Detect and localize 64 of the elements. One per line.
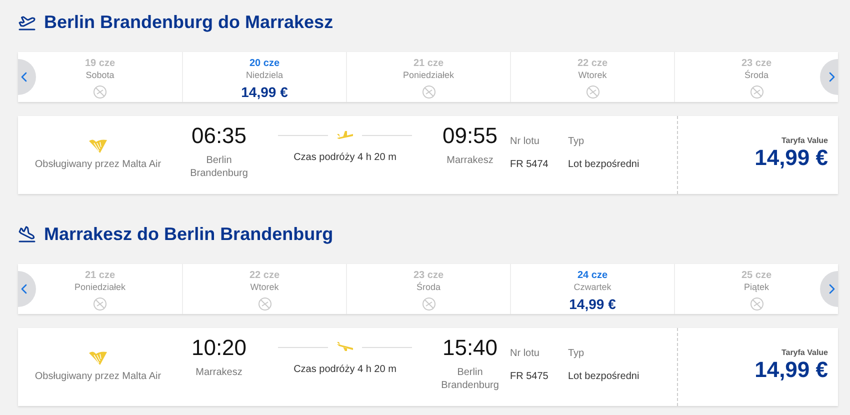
fare-label: Taryfa Value <box>781 348 828 357</box>
departure-time: 06:35 <box>191 122 247 150</box>
weekday-label: Poniedziałek <box>402 70 454 81</box>
weekday-label: Wtorek <box>250 282 279 293</box>
date-label[interactable]: 20 cze <box>249 58 280 70</box>
date-label[interactable]: 21 cze <box>413 58 444 70</box>
weekday-label: Sobota <box>86 70 114 81</box>
plane-icon <box>336 130 354 140</box>
harp-logo-icon <box>88 350 108 366</box>
flight-type: Lot bezpośredni <box>568 371 640 382</box>
no-flight-icon <box>750 297 764 311</box>
flight-number: FR 5475 <box>510 371 550 382</box>
flight-number-label: Nr lotu <box>510 348 540 359</box>
no-flight-icon <box>258 297 272 311</box>
arrival-time: 15:40 <box>442 334 498 362</box>
no-flight-icon <box>750 85 764 99</box>
no-flight-icon <box>586 85 600 99</box>
operator-label: Obsługiwany przez Malta Air <box>34 159 162 170</box>
duration-label: Czas podróży 4 h 20 m <box>294 152 396 163</box>
date-label[interactable]: 22 cze <box>577 58 608 70</box>
weekday-label: Środa <box>416 282 441 293</box>
date-label[interactable]: 23 cze <box>741 58 772 70</box>
departure-city: Marrakesz <box>196 366 242 379</box>
weekday-label: Wtorek <box>578 70 607 81</box>
plane-icon <box>18 13 36 31</box>
arrival-city: Marrakesz <box>446 154 494 167</box>
arrival-time: 09:55 <box>442 122 498 150</box>
fare-price: 14,99 € <box>754 357 828 383</box>
fare-label: Taryfa Value <box>781 136 828 145</box>
date-price[interactable]: 14,99 € <box>569 296 616 312</box>
date-label[interactable]: 22 cze <box>249 270 280 282</box>
weekday-label: Środa <box>744 70 769 81</box>
harp-logo-icon <box>88 138 108 154</box>
no-flight-icon <box>422 85 436 99</box>
duration-label: Czas podróży 4 h 20 m <box>294 364 396 375</box>
type-label: Typ <box>568 136 586 147</box>
flight-type: Lot bezpośredni <box>568 159 640 170</box>
departure-time: 10:20 <box>191 334 247 362</box>
no-flight-icon <box>93 85 107 99</box>
flight-number: FR 5474 <box>510 159 550 170</box>
date-label[interactable]: 21 cze <box>84 270 116 282</box>
fare-price: 14,99 € <box>754 145 828 171</box>
weekday-label: Piątek <box>744 282 769 293</box>
route-title: Berlin Brandenburg do Marrakesz <box>44 12 334 32</box>
plane-icon <box>336 342 354 352</box>
weekday-label: Poniedziałek <box>74 282 126 293</box>
no-flight-icon <box>422 297 436 311</box>
operator-label: Obsługiwany przez Malta Air <box>34 371 162 382</box>
flight-card[interactable]: Obsługiwany przez Malta Air 06:35 Berlin Brandenburg Czas podróży 4 h 20 m 09:55 Marrakesz Nr lotu FR 5474 Typ Lot bezpośredni Taryfa Value 14,99 € <box>18 116 838 194</box>
weekday-label: Czwartek <box>574 282 612 293</box>
date-label[interactable]: 25 cze <box>741 270 772 282</box>
date-label[interactable]: 24 cze <box>577 270 608 282</box>
plane-icon <box>18 225 36 243</box>
flight-card[interactable]: Obsługiwany przez Malta Air 10:20 Marrakesz Czas podróży 4 h 20 m 15:40 Berlin Brandenburg Nr lotu FR 5475 Typ Lot bezpośredni Taryfa Value 14,99 € <box>18 328 838 406</box>
route-title: Marrakesz do Berlin Brandenburg <box>44 224 334 244</box>
date-price[interactable]: 14,99 € <box>241 84 288 100</box>
weekday-label: Niedziela <box>246 70 284 81</box>
date-label[interactable]: 23 cze <box>413 270 444 282</box>
type-label: Typ <box>568 348 586 359</box>
departure-city: Berlin Brandenburg <box>189 154 249 180</box>
date-label[interactable]: 19 cze <box>84 58 116 70</box>
flight-number-label: Nr lotu <box>510 136 540 147</box>
arrival-city: Berlin Brandenburg <box>440 366 500 392</box>
no-flight-icon <box>93 297 107 311</box>
